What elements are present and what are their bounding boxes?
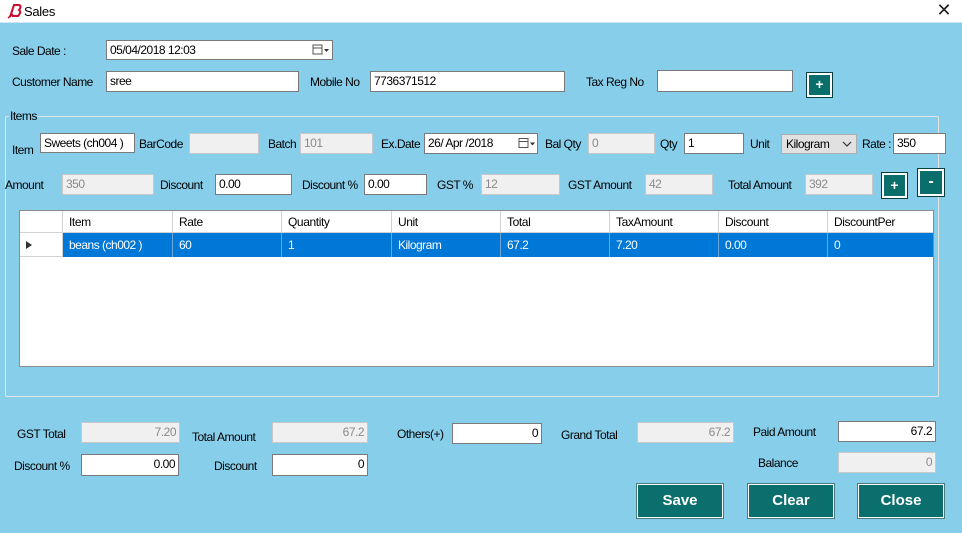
unit-label: Unit: [750, 137, 770, 151]
column-header-unit[interactable]: Unit: [392, 211, 501, 233]
row-selector[interactable]: [20, 233, 63, 257]
add-item-button[interactable]: +: [881, 172, 908, 199]
table-cell[interactable]: Kilogram: [392, 233, 501, 257]
column-header-rate[interactable]: Rate: [173, 211, 282, 233]
gst-pct-label: GST %: [437, 178, 473, 192]
chevron-down-icon: [842, 141, 852, 147]
unit-value: Kilogram: [786, 137, 830, 151]
gst-total-input[interactable]: 7.20: [81, 422, 180, 443]
column-header-taxamount[interactable]: TaxAmount: [610, 211, 719, 233]
exdate-value: 26/ Apr /2018: [428, 136, 493, 150]
exdate-label: Ex.Date: [381, 137, 421, 151]
table-cell[interactable]: beans (ch002 ): [63, 233, 173, 257]
customer-name-label: Customer Name: [12, 75, 93, 89]
footer-discount-input[interactable]: 0: [272, 454, 368, 476]
table-cell[interactable]: 1: [282, 233, 392, 257]
items-table[interactable]: Item Rate Quantity Unit Total TaxAmount …: [19, 210, 934, 367]
table-cell[interactable]: 60: [173, 233, 282, 257]
paid-amount-label: Paid Amount: [753, 425, 816, 439]
gst-amount-input[interactable]: 42: [645, 174, 713, 195]
table-cell[interactable]: 67.2: [501, 233, 610, 257]
table-cell[interactable]: 0: [828, 233, 933, 257]
barcode-input[interactable]: [189, 133, 259, 154]
sale-date-label: Sale Date :: [12, 44, 66, 58]
qty-label: Qty: [660, 137, 678, 151]
title-bar: [0, 0, 962, 23]
balance-label: Balance: [758, 456, 798, 470]
others-input[interactable]: 0: [452, 423, 542, 444]
save-button[interactable]: Save: [636, 483, 724, 519]
tax-reg-label: Tax Reg No: [586, 75, 644, 89]
table-cell[interactable]: 0.00: [719, 233, 828, 257]
footer-discount-label: Discount: [214, 459, 257, 473]
exdate-picker[interactable]: 26/ Apr /2018: [424, 133, 538, 154]
balqty-label: Bal Qty: [545, 137, 581, 151]
column-header-discountper[interactable]: DiscountPer: [828, 211, 933, 233]
column-header-item[interactable]: Item: [63, 211, 173, 233]
customer-name-input[interactable]: sree: [106, 71, 299, 92]
app-logo-icon: [7, 4, 22, 19]
add-customer-button[interactable]: +: [806, 72, 833, 98]
batch-label: Batch: [268, 137, 297, 151]
grand-total-input[interactable]: 67.2: [637, 422, 734, 443]
tax-reg-input[interactable]: [657, 70, 793, 92]
items-group-label: Items: [9, 109, 38, 123]
balance-input[interactable]: 0: [838, 452, 936, 473]
item-input[interactable]: Sweets (ch004 ): [40, 133, 135, 153]
close-button[interactable]: Close: [857, 483, 945, 519]
mobile-input[interactable]: 7736371512: [370, 71, 565, 92]
grand-total-label: Grand Total: [561, 428, 618, 442]
gst-pct-input[interactable]: 12: [481, 174, 560, 195]
table-cell[interactable]: 7.20: [610, 233, 719, 257]
footer-total-amount-label: Total Amount: [192, 430, 256, 444]
item-label: Item: [12, 143, 34, 157]
others-label: Others(+): [397, 427, 444, 441]
batch-input[interactable]: 101: [300, 133, 373, 154]
total-amount-label: Total Amount: [728, 178, 792, 192]
calendar-dropdown-icon[interactable]: [312, 41, 330, 59]
window-title: Sales: [24, 4, 56, 19]
barcode-label: BarCode: [139, 137, 183, 151]
column-header-quantity[interactable]: Quantity: [282, 211, 392, 233]
column-header-total[interactable]: Total: [501, 211, 610, 233]
unit-select[interactable]: Kilogram: [781, 134, 857, 154]
gst-total-label: GST Total: [17, 427, 66, 441]
balqty-input[interactable]: 0: [588, 133, 655, 154]
calendar-dropdown-icon[interactable]: [518, 134, 536, 153]
row-header-corner: [20, 211, 63, 233]
table-row[interactable]: beans (ch002 ) 60 1 Kilogram 67.2 7.20 0…: [20, 233, 933, 257]
sale-date-value: 05/04/2018 12:03: [110, 43, 196, 57]
discount-pct-label: Discount %: [302, 178, 358, 192]
footer-total-amount-input[interactable]: 67.2: [272, 422, 368, 443]
discount-input[interactable]: 0.00: [215, 174, 292, 195]
table-header: Item Rate Quantity Unit Total TaxAmount …: [20, 211, 933, 233]
amount-input[interactable]: 350: [62, 174, 154, 195]
column-header-discount[interactable]: Discount: [719, 211, 828, 233]
paid-amount-input[interactable]: 67.2: [838, 421, 936, 442]
current-row-arrow-icon: [26, 241, 32, 249]
mobile-label: Mobile No: [310, 75, 360, 89]
qty-input[interactable]: 1: [684, 133, 744, 154]
footer-discount-pct-label: Discount %: [14, 459, 70, 473]
rate-label: Rate :: [862, 137, 892, 151]
clear-button[interactable]: Clear: [747, 483, 835, 519]
discount-pct-input[interactable]: 0.00: [364, 174, 427, 195]
discount-label: Discount: [160, 178, 203, 192]
amount-label: Amount: [5, 178, 44, 192]
rate-input[interactable]: 350: [893, 133, 946, 154]
close-icon[interactable]: ✕: [932, 0, 956, 21]
gst-amount-label: GST Amount: [568, 178, 632, 192]
sale-date-picker[interactable]: 05/04/2018 12:03: [106, 40, 333, 60]
remove-item-button[interactable]: -: [917, 168, 945, 197]
total-amount-input[interactable]: 392: [805, 174, 873, 195]
footer-discount-pct-input[interactable]: 0.00: [81, 454, 179, 476]
